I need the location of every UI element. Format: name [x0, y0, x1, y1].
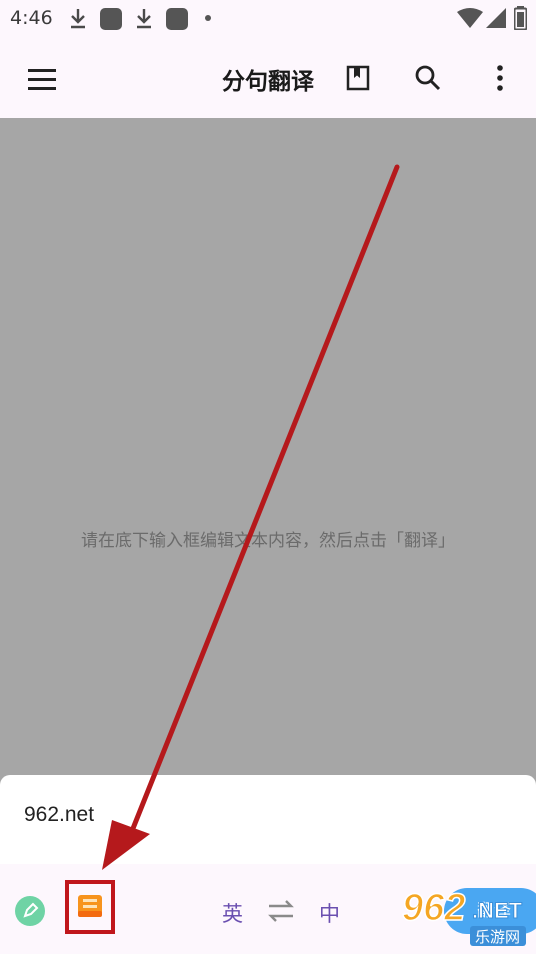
status-bar: 4:46: [0, 0, 536, 38]
signal-icon: [486, 8, 506, 28]
swap-icon[interactable]: [266, 900, 296, 922]
hint-text: 请在底下输入框编辑文本内容，然后点击「翻译」: [81, 531, 455, 551]
download-icon: [71, 9, 85, 29]
page-title: 分句翻译: [222, 69, 314, 95]
watermark-suffix: .NET: [472, 898, 523, 923]
notebook-icon: [78, 895, 102, 917]
app-notification-icon: [166, 8, 188, 30]
status-time: 4:46: [10, 7, 53, 29]
content-area: 请在底下输入框编辑文本内容，然后点击「翻译」: [0, 118, 536, 868]
clear-button[interactable]: [15, 896, 45, 926]
watermark-subtitle: 乐游网: [475, 928, 520, 946]
book-icon[interactable]: [338, 58, 378, 98]
wifi-icon: [457, 8, 483, 28]
text-input[interactable]: [24, 803, 424, 827]
battery-icon: [514, 6, 527, 30]
watermark-brand: 962: [402, 887, 465, 929]
wordbook-button[interactable]: [65, 880, 115, 934]
broom-icon: [23, 902, 39, 918]
watermark-logo: 962 .NET 乐游网: [401, 886, 526, 946]
download-icon: [137, 9, 151, 29]
search-icon[interactable]: [408, 58, 448, 98]
source-language[interactable]: 英: [222, 898, 243, 928]
dot-icon: [205, 15, 211, 21]
app-bar: 分句翻译: [0, 38, 536, 118]
app-notification-icon: [100, 8, 122, 30]
more-vert-icon[interactable]: [480, 58, 520, 98]
target-language[interactable]: 中: [319, 898, 340, 928]
